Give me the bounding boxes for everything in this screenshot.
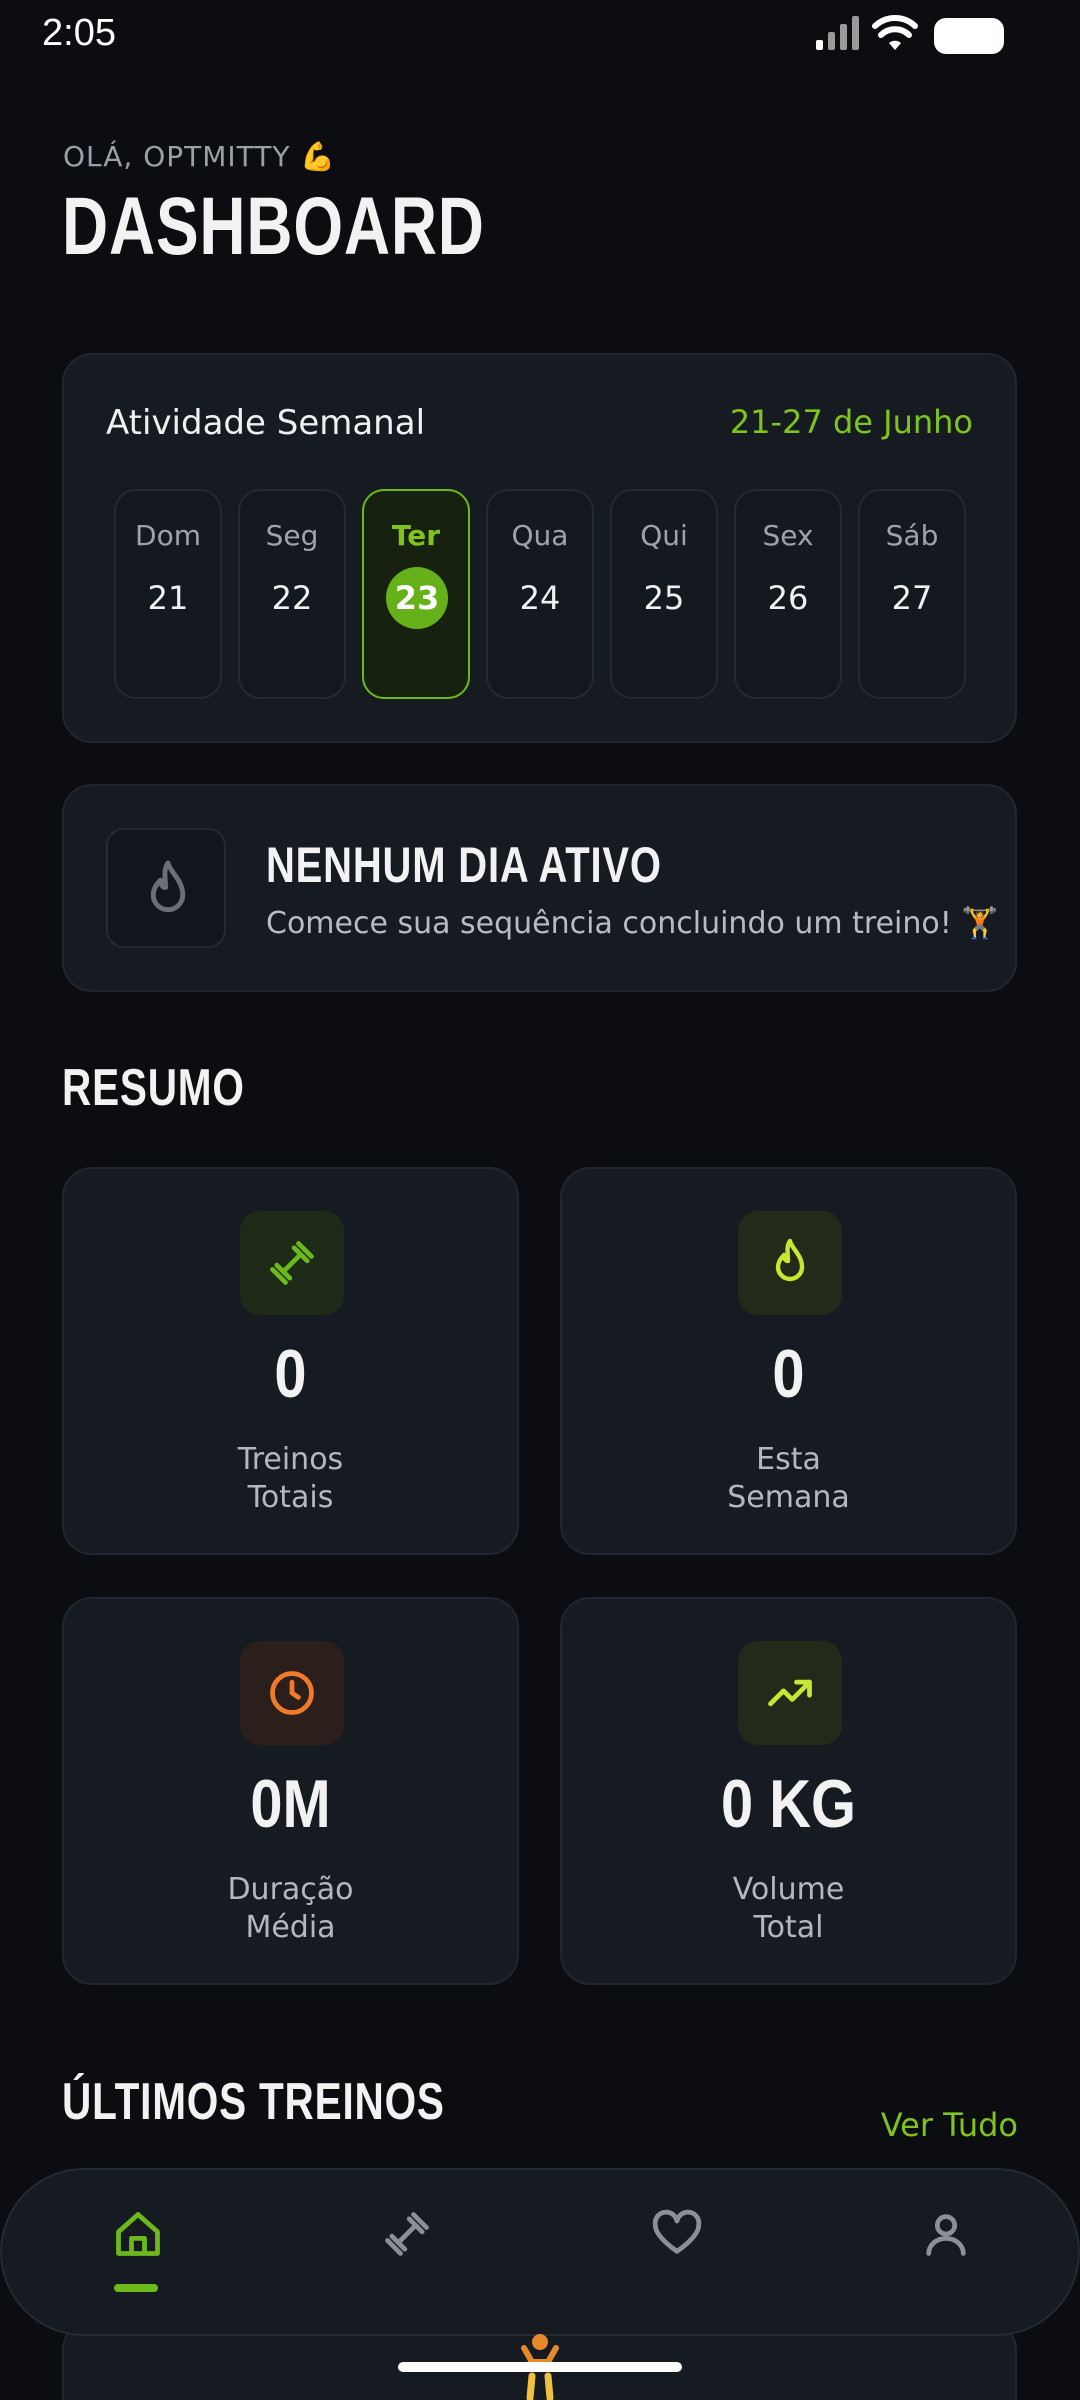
- stat-label: Esta Semana: [727, 1442, 850, 1515]
- weekly-date-range: 21-27 de Junho: [729, 403, 973, 441]
- day-date: 21: [147, 579, 189, 617]
- day-date: 26: [767, 579, 809, 617]
- nav-workouts[interactable]: [367, 2196, 447, 2276]
- day-qui[interactable]: Qui 25: [610, 489, 718, 699]
- recent-workouts-title: ÚLTIMOS TREINOS: [62, 2073, 445, 2131]
- stat-icon-box: [240, 1641, 344, 1745]
- stat-value: 0: [274, 1336, 307, 1412]
- day-sab[interactable]: Sáb 27: [858, 489, 966, 699]
- day-seg[interactable]: Seg 22: [238, 489, 346, 699]
- day-name: Seg: [265, 519, 319, 552]
- day-name: Qui: [640, 519, 688, 552]
- trending-up-icon: [768, 1679, 812, 1707]
- summary-title: RESUMO: [62, 1059, 245, 1117]
- day-name: Qua: [511, 519, 569, 552]
- weekly-activity-card: Atividade Semanal 21-27 de Junho Dom 21 …: [62, 353, 1017, 743]
- day-date: 24: [519, 579, 561, 617]
- stat-label: Duração Média: [227, 1872, 354, 1945]
- see-all-link[interactable]: Ver Tudo: [881, 2106, 1018, 2144]
- streak-card: NENHUM DIA ATIVO Comece sua sequência co…: [62, 784, 1017, 992]
- stat-icon-box: [240, 1211, 344, 1315]
- status-time: 2:05: [42, 12, 116, 54]
- streak-icon-box: [106, 828, 226, 948]
- signal-icon: [816, 16, 859, 50]
- day-date: 23: [386, 567, 448, 629]
- week-days: Dom 21 Seg 22 Ter 23 Qua 24 Qui 25 Sex 2…: [114, 489, 966, 699]
- home-icon: [116, 2212, 160, 2256]
- day-name: Dom: [135, 519, 201, 552]
- battery-icon: [934, 18, 1004, 54]
- day-sex[interactable]: Sex 26: [734, 489, 842, 699]
- dumbbell-icon: [385, 2212, 429, 2256]
- nav-home[interactable]: [98, 2196, 178, 2276]
- page-title: DASHBOARD: [62, 181, 485, 272]
- streak-title: NENHUM DIA ATIVO: [266, 837, 662, 893]
- day-name: Ter: [391, 519, 441, 552]
- flame-icon: [775, 1238, 805, 1282]
- stat-value: 0 KG: [721, 1766, 856, 1842]
- stat-label: Treinos Totais: [237, 1442, 344, 1515]
- dumbbell-icon: [270, 1241, 314, 1285]
- nav-active-indicator: [114, 2284, 158, 2292]
- heart-icon: [652, 2209, 702, 2254]
- bottom-nav: [0, 2168, 1080, 2336]
- stat-card-total-volume[interactable]: 0 KG Volume Total: [560, 1597, 1017, 1985]
- stat-icon-box: [738, 1211, 842, 1315]
- stat-icon-box: [738, 1641, 842, 1745]
- stat-value: 0M: [250, 1766, 331, 1842]
- stat-label: Volume Total: [732, 1872, 845, 1945]
- weekly-activity-title: Atividade Semanal: [106, 403, 426, 443]
- day-qua[interactable]: Qua 24: [486, 489, 594, 699]
- stat-card-avg-duration[interactable]: 0M Duração Média: [62, 1597, 519, 1985]
- wifi-icon: [872, 15, 918, 50]
- stat-value: 0: [772, 1336, 805, 1412]
- greeting: OLÁ, OPTMITTY 💪: [63, 140, 337, 173]
- user-icon: [926, 2214, 966, 2256]
- home-indicator[interactable]: [398, 2362, 682, 2372]
- nav-favorites[interactable]: [637, 2196, 717, 2276]
- day-date: 27: [891, 579, 933, 617]
- stat-card-total-workouts[interactable]: 0 Treinos Totais: [62, 1167, 519, 1555]
- day-dom[interactable]: Dom 21: [114, 489, 222, 699]
- clock-icon: [270, 1671, 314, 1715]
- day-name: Sex: [762, 519, 814, 552]
- day-date: 25: [643, 579, 685, 617]
- streak-subtitle: Comece sua sequência concluindo um trein…: [266, 906, 999, 941]
- flame-icon: [150, 860, 186, 913]
- status-bar: 2:05: [0, 0, 1080, 72]
- day-date: 22: [271, 579, 313, 617]
- day-name: Sáb: [885, 519, 939, 552]
- stat-card-this-week[interactable]: 0 Esta Semana: [560, 1167, 1017, 1555]
- day-ter[interactable]: Ter 23: [362, 489, 470, 699]
- nav-profile[interactable]: [906, 2196, 986, 2276]
